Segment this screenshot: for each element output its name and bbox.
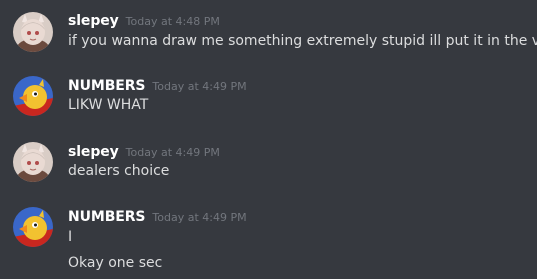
anime-girl-avatar-icon: [13, 142, 53, 182]
message-header: slepey Today at 4:48 PM: [68, 10, 220, 29]
username[interactable]: slepey: [68, 13, 119, 29]
timestamp: Today at 4:49 PM: [152, 211, 247, 224]
yellow-bird-avatar-icon: [13, 207, 53, 247]
avatar[interactable]: [13, 142, 53, 182]
timestamp: Today at 4:48 PM: [125, 15, 220, 28]
message-text: dealers choice: [68, 163, 170, 179]
message-text: Okay one sec: [68, 255, 163, 271]
message-text: I: [68, 229, 73, 245]
avatar[interactable]: [13, 76, 53, 116]
timestamp: Today at 4:49 PM: [152, 80, 247, 93]
message-header: NUMBERS Today at 4:49 PM: [68, 75, 247, 94]
username[interactable]: slepey: [68, 144, 119, 160]
username[interactable]: NUMBERS: [68, 78, 146, 94]
avatar[interactable]: [13, 207, 53, 247]
chat-messages: slepey Today at 4:48 PM if you wanna draw…: [0, 0, 537, 279]
message-text: LIKW WHAT: [68, 97, 149, 113]
message-text: if you wanna draw me something extremely…: [68, 33, 537, 49]
timestamp: Today at 4:49 PM: [125, 146, 220, 159]
username[interactable]: NUMBERS: [68, 209, 146, 225]
yellow-bird-avatar-icon: [13, 76, 53, 116]
message-header: NUMBERS Today at 4:49 PM: [68, 206, 247, 225]
message-header: slepey Today at 4:49 PM: [68, 141, 220, 160]
anime-girl-avatar-icon: [13, 12, 53, 52]
avatar[interactable]: [13, 12, 53, 52]
